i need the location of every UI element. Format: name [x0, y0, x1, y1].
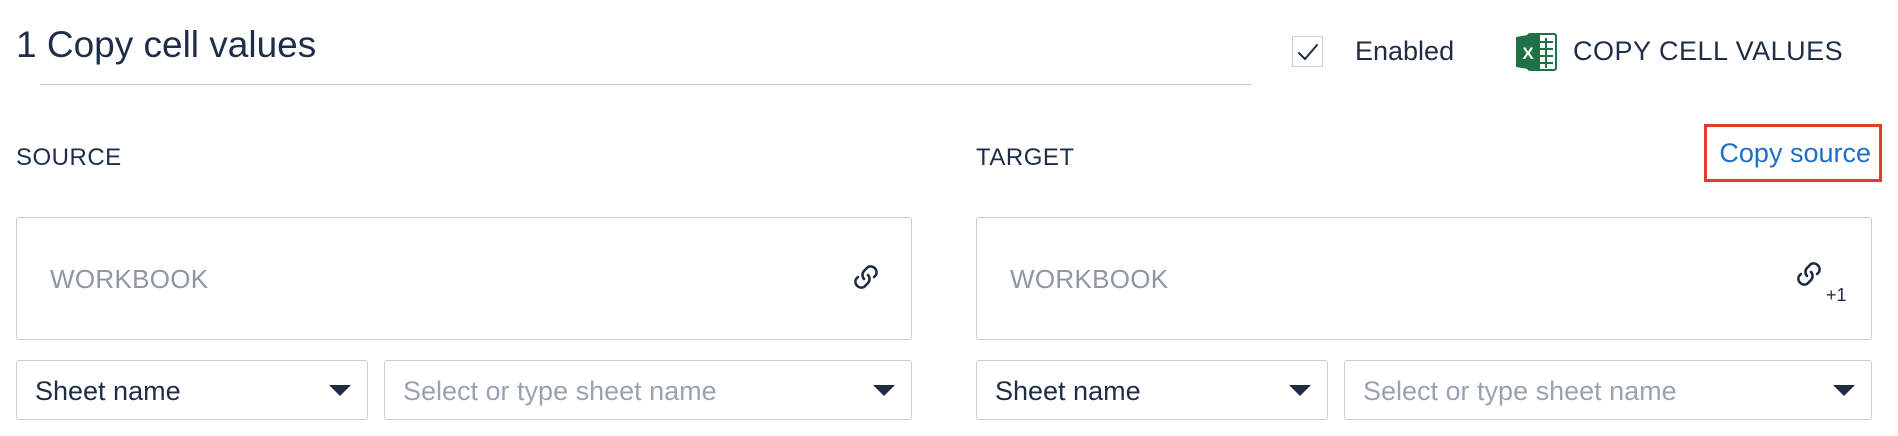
- target-sheet-mode-value: Sheet name: [995, 376, 1141, 406]
- source-workbook-field[interactable]: WORKBOOK: [16, 217, 912, 340]
- source-sheet-name-select[interactable]: Select or type sheet name: [384, 360, 912, 420]
- excel-icon-letter: X: [1522, 44, 1534, 63]
- copy-cell-values-step: 1 Copy cell values Enabled X COPY CELL V…: [0, 0, 1898, 436]
- target-workbook-placeholder: WORKBOOK: [1010, 264, 1169, 294]
- caret-down-icon: [1833, 385, 1855, 396]
- link-icon[interactable]: [850, 261, 882, 293]
- caret-down-icon: [329, 385, 351, 396]
- enabled-label[interactable]: Enabled: [1355, 36, 1454, 67]
- source-header: SOURCE: [16, 144, 122, 171]
- excel-icon: X: [1516, 33, 1557, 71]
- action-type-label: COPY CELL VALUES: [1573, 36, 1844, 66]
- link-icon[interactable]: [1793, 258, 1825, 290]
- target-header: TARGET: [976, 144, 1075, 171]
- copy-source-link[interactable]: Copy source: [1704, 124, 1882, 182]
- checkmark-icon: [1297, 43, 1318, 60]
- target-workbook-field[interactable]: WORKBOOK +1: [976, 217, 1872, 340]
- source-sheet-mode-select[interactable]: Sheet name: [16, 360, 368, 420]
- source-sheet-name-placeholder: Select or type sheet name: [403, 376, 717, 406]
- step-title[interactable]: 1 Copy cell values: [16, 26, 316, 63]
- source-workbook-placeholder: WORKBOOK: [50, 264, 209, 294]
- caret-down-icon: [1289, 385, 1311, 396]
- target-sheet-mode-select[interactable]: Sheet name: [976, 360, 1328, 420]
- title-underline: [40, 84, 1252, 85]
- caret-down-icon: [873, 385, 895, 396]
- source-sheet-mode-value: Sheet name: [35, 376, 181, 406]
- target-sheet-name-placeholder: Select or type sheet name: [1363, 376, 1677, 406]
- link-count-badge: +1: [1826, 285, 1847, 305]
- target-sheet-name-select[interactable]: Select or type sheet name: [1344, 360, 1872, 420]
- enabled-checkbox[interactable]: [1292, 36, 1323, 67]
